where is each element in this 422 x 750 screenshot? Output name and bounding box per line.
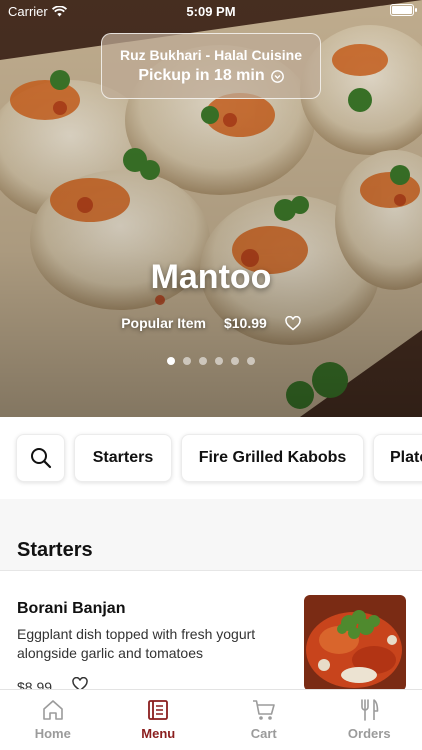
status-time: 5:09 PM xyxy=(186,4,236,19)
carousel-dot[interactable] xyxy=(215,357,223,365)
restaurant-name: Ruz Bukhari - Halal Cuisine xyxy=(119,47,303,63)
tab-label: Orders xyxy=(347,726,391,741)
chevron-down-circle-icon xyxy=(270,69,284,83)
category-bar[interactable]: Starters Fire Grilled Kabobs Plate xyxy=(0,417,422,499)
menu-item[interactable]: Borani Banjan Eggplant dish topped with … xyxy=(0,570,422,695)
battery-icon xyxy=(390,4,417,16)
cart-icon xyxy=(252,700,275,720)
tab-home[interactable]: Home xyxy=(0,690,106,750)
tab-label: Menu xyxy=(141,726,176,741)
heart-icon[interactable] xyxy=(285,315,301,331)
tab-cart[interactable]: Cart xyxy=(211,690,317,750)
featured-item-tag: Popular Item xyxy=(121,315,206,331)
section-title: Starters xyxy=(17,539,93,561)
tab-label: Home xyxy=(34,726,71,741)
pickup-selector[interactable]: Ruz Bukhari - Halal Cuisine Pickup in 18… xyxy=(101,33,321,99)
featured-item-meta: Popular Item $10.99 xyxy=(0,315,422,331)
category-chip-starters[interactable]: Starters xyxy=(74,434,172,482)
tab-menu[interactable]: Menu xyxy=(106,690,212,750)
home-icon xyxy=(42,700,63,720)
section-header: Starters xyxy=(0,499,422,569)
carousel-dot[interactable] xyxy=(247,357,255,365)
search-icon xyxy=(30,448,51,469)
tab-bar[interactable]: Home Menu Cart Orders xyxy=(0,689,422,750)
category-chip-label: Plate xyxy=(390,449,422,466)
hero-banner[interactable]: Carrier 5:09 PM Ruz Bukhari - Halal Cuis… xyxy=(0,0,422,417)
pickup-time: Pickup in 18 min xyxy=(102,67,320,85)
carousel-dot[interactable] xyxy=(183,357,191,365)
featured-item-title: Mantoo xyxy=(150,258,272,296)
carousel-dot[interactable] xyxy=(231,357,239,365)
utensils-icon xyxy=(361,699,379,721)
menu-book-icon xyxy=(148,700,169,720)
search-button[interactable] xyxy=(16,434,65,482)
pickup-time-label: Pickup in 18 min xyxy=(138,67,265,84)
carousel-dot[interactable] xyxy=(199,357,207,365)
tab-orders[interactable]: Orders xyxy=(317,690,422,750)
carousel-dots[interactable] xyxy=(0,357,422,365)
status-bar: Carrier 5:09 PM xyxy=(0,0,422,22)
menu-item-description: Eggplant dish topped with fresh yogurt a… xyxy=(17,626,256,661)
menu-item-name: Borani Banjan xyxy=(17,600,126,617)
menu-item-image xyxy=(304,595,406,691)
tab-label: Cart xyxy=(250,726,277,741)
carousel-dot[interactable] xyxy=(167,357,175,365)
featured-item-price: $10.99 xyxy=(223,315,267,331)
category-chip-plates[interactable]: Plate xyxy=(373,434,422,482)
category-chip-label: Fire Grilled Kabobs xyxy=(198,449,347,466)
category-chip-label: Starters xyxy=(92,449,154,466)
category-chip-kabobs[interactable]: Fire Grilled Kabobs xyxy=(181,434,364,482)
